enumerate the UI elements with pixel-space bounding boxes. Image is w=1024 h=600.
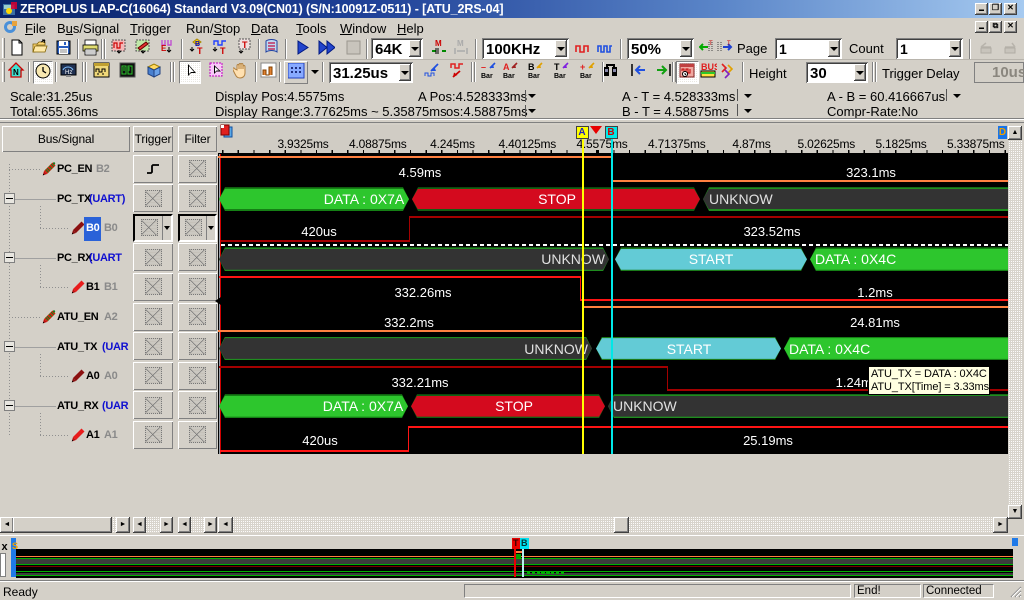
svg-text:B: B [528, 62, 535, 72]
svg-text:T: T [242, 40, 248, 50]
svg-text:T: T [727, 41, 731, 47]
svg-text:–: – [481, 62, 486, 72]
svg-text:T: T [197, 46, 203, 55]
svg-text:T: T [554, 62, 560, 72]
svg-text:M: M [457, 39, 464, 48]
svg-text:E: E [161, 44, 167, 53]
svg-text:T: T [220, 46, 226, 55]
svg-text:T: T [709, 41, 713, 47]
svg-text:Bar: Bar [503, 73, 515, 79]
svg-text:Bar: Bar [481, 73, 493, 79]
svg-text:M: M [435, 39, 442, 48]
svg-text:N: N [13, 68, 19, 77]
svg-text:A: A [503, 62, 510, 72]
svg-text:Bar: Bar [580, 73, 592, 79]
svg-text:+: + [580, 62, 585, 72]
svg-text:Bar: Bar [528, 73, 540, 79]
svg-text:Bar: Bar [554, 73, 566, 79]
